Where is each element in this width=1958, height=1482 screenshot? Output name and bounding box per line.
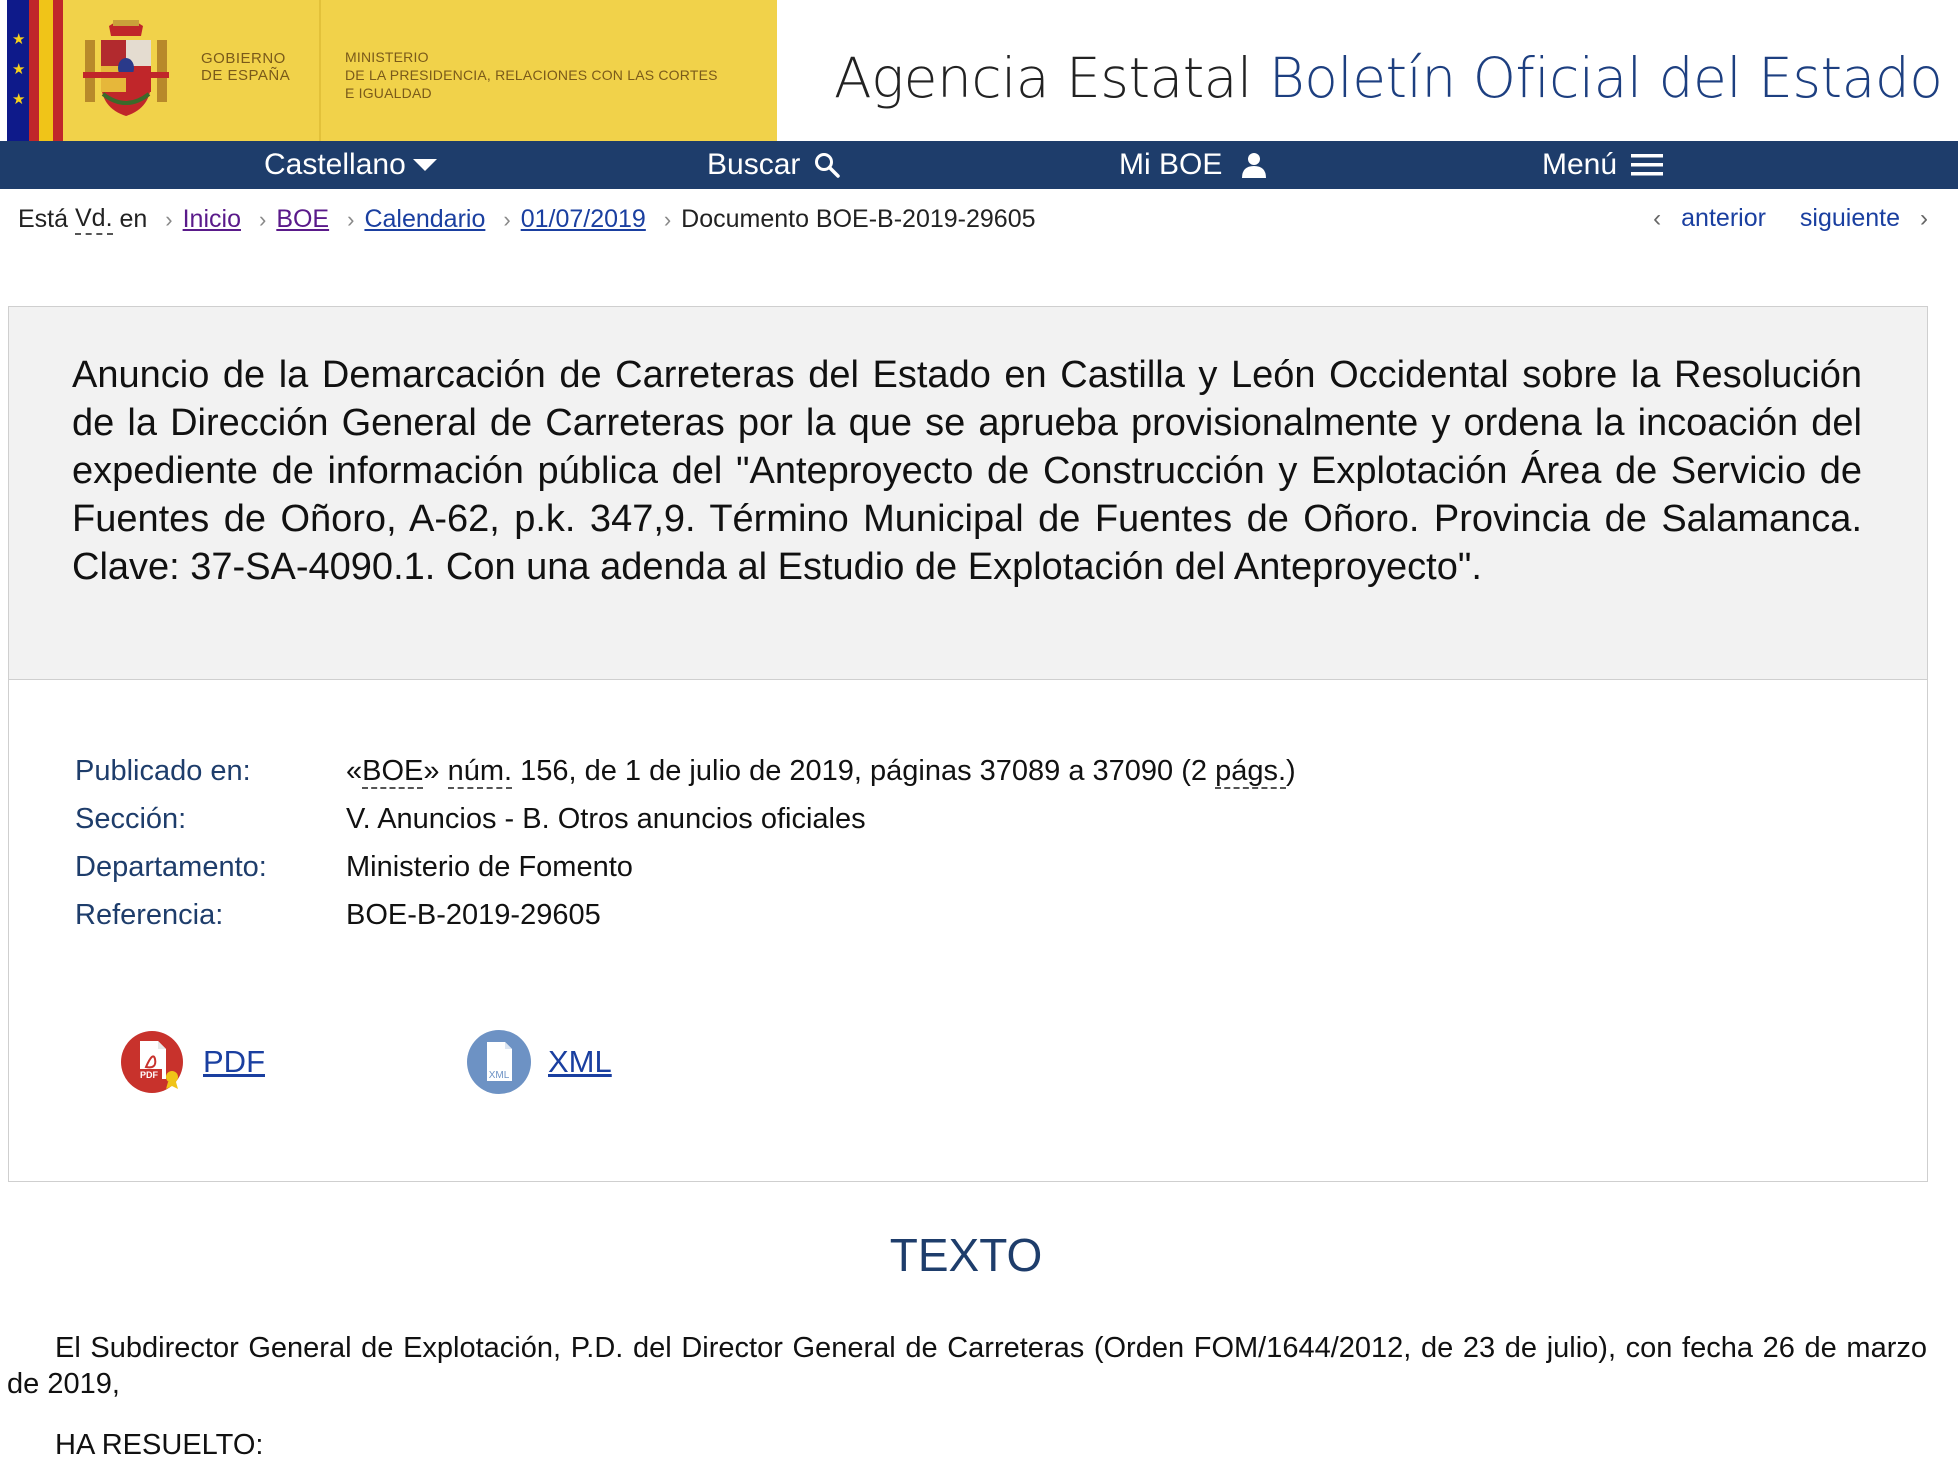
site-title-accent: Boletín Oficial del Estado bbox=[1268, 46, 1943, 110]
pdf-link[interactable]: PDF bbox=[203, 1044, 265, 1080]
user-icon bbox=[1242, 152, 1267, 178]
menu-button[interactable]: Menú bbox=[1542, 141, 1664, 189]
gov-line-1: GOBIERNO bbox=[201, 50, 286, 67]
breadcrumb-abbr: Vd. bbox=[74, 204, 113, 235]
ministry-line-3: E IGUALDAD bbox=[345, 85, 432, 101]
section-value: V. Anuncios - B. Otros anuncios oficiale… bbox=[346, 803, 866, 835]
published-rest: 156, de 1 de julio de 2019, páginas 3708… bbox=[512, 755, 1216, 787]
chevron-right-icon: › bbox=[347, 206, 355, 232]
published-label: Publicado en: bbox=[75, 755, 251, 787]
menu-label: Menú bbox=[1542, 148, 1618, 181]
ministry-line-2: DE LA PRESIDENCIA, RELACIONES CON LAS CO… bbox=[345, 67, 718, 83]
pdf-download[interactable]: PDF PDF bbox=[121, 1029, 265, 1095]
xml-download[interactable]: XML XML bbox=[466, 1029, 612, 1095]
ministry-text: MINISTERIO DE LA PRESIDENCIA, RELACIONES… bbox=[345, 48, 718, 102]
chevron-right-icon: › bbox=[165, 206, 173, 232]
published-mid: » bbox=[423, 755, 448, 787]
mi-boe-label: Mi BOE bbox=[1119, 148, 1223, 181]
ministry-line-1: MINISTERIO bbox=[345, 49, 429, 65]
document-box: Anuncio de la Demarcación de Carreteras … bbox=[8, 306, 1928, 1182]
language-label: Castellano bbox=[264, 148, 406, 181]
chevron-right-icon: › bbox=[1920, 204, 1928, 232]
meta-row-published: Publicado en: «BOE» núm. 156, de 1 de ju… bbox=[75, 747, 1296, 795]
department-label: Departamento: bbox=[75, 851, 267, 883]
title-box: Anuncio de la Demarcación de Carreteras … bbox=[9, 307, 1927, 680]
site-header: ★ ★ ★ GOBIERNO DE ESPAÑA MINISTERIO DE LA … bbox=[0, 0, 1958, 141]
meta-row-reference: Referencia: BOE-B-2019-29605 bbox=[75, 891, 1296, 939]
language-selector[interactable]: Castellano bbox=[264, 141, 438, 189]
coat-of-arms-icon bbox=[83, 20, 169, 116]
breadcrumb-boe[interactable]: BOE bbox=[276, 205, 329, 234]
texto-heading: TEXTO bbox=[889, 1229, 1043, 1281]
body-paragraph-1: El Subdirector General de Explotación, P… bbox=[7, 1332, 1927, 1400]
site-title-prefix: Agencia Estatal bbox=[834, 46, 1252, 110]
breadcrumb-calendario[interactable]: Calendario bbox=[364, 205, 485, 234]
reference-label: Referencia: bbox=[75, 899, 224, 931]
meta-row-section: Sección: V. Anuncios - B. Otros anuncios… bbox=[75, 795, 1296, 843]
svg-text:XML: XML bbox=[489, 1070, 510, 1081]
published-value: «BOE» núm. 156, de 1 de julio de 2019, p… bbox=[346, 747, 1296, 795]
breadcrumb-inicio[interactable]: Inicio bbox=[183, 205, 241, 234]
gov-line-2: DE ESPAÑA bbox=[201, 67, 291, 84]
ministry-logo[interactable]: MINISTERIO DE LA PRESIDENCIA, RELACIONES… bbox=[321, 0, 777, 141]
chevron-down-icon bbox=[412, 158, 438, 172]
meta-row-department: Departamento: Ministerio de Fomento bbox=[75, 843, 1296, 891]
gobierno-logo[interactable]: GOBIERNO DE ESPAÑA bbox=[63, 0, 319, 141]
xml-file-icon: XML bbox=[467, 1030, 531, 1094]
chevron-right-icon: › bbox=[663, 206, 672, 232]
gobierno-text: GOBIERNO DE ESPAÑA bbox=[201, 50, 290, 84]
prev-link[interactable]: anterior bbox=[1681, 204, 1766, 233]
published-end: ) bbox=[1286, 755, 1296, 787]
breadcrumb-intro: Está bbox=[18, 205, 69, 233]
breadcrumb-current: Documento BOE-B-2019-29605 bbox=[681, 205, 1036, 233]
published-boe-abbr: BOE bbox=[362, 755, 424, 789]
hamburger-icon bbox=[1631, 152, 1664, 178]
document-metadata: Publicado en: «BOE» núm. 156, de 1 de ju… bbox=[75, 747, 1296, 939]
search-button[interactable]: Buscar bbox=[707, 141, 841, 189]
svg-text:PDF: PDF bbox=[140, 1070, 159, 1080]
xml-link[interactable]: XML bbox=[548, 1044, 612, 1080]
chevron-right-icon: › bbox=[503, 206, 511, 232]
search-icon bbox=[814, 152, 841, 178]
eu-flag-strip: ★ ★ ★ bbox=[7, 0, 63, 141]
mi-boe-button[interactable]: Mi BOE bbox=[1119, 141, 1267, 189]
breadcrumb-intro-en: en bbox=[119, 205, 148, 233]
department-value: Ministerio de Fomento bbox=[346, 851, 633, 883]
reference-value: BOE-B-2019-29605 bbox=[346, 899, 601, 931]
published-pags-abbr: págs. bbox=[1215, 755, 1287, 789]
document-title: Anuncio de la Demarcación de Carreteras … bbox=[72, 354, 1862, 588]
main-nav: Castellano Buscar Mi BOE Menú bbox=[0, 141, 1958, 189]
published-num-abbr: núm. bbox=[447, 755, 513, 789]
published-pre: « bbox=[346, 755, 363, 787]
site-title[interactable]: Agencia Estatal Boletín Oficial del Esta… bbox=[834, 46, 1943, 110]
section-label: Sección: bbox=[75, 803, 187, 835]
breadcrumb: Está Vd. en › Inicio › BOE › Calendario … bbox=[18, 204, 1036, 235]
breadcrumb-date[interactable]: 01/07/2019 bbox=[521, 205, 646, 234]
search-label: Buscar bbox=[707, 148, 801, 181]
chevron-right-icon: › bbox=[258, 206, 267, 232]
chevron-left-icon: ‹ bbox=[1653, 204, 1662, 232]
body-paragraph-2: HA RESUELTO: bbox=[55, 1429, 264, 1461]
pdf-file-icon: PDF bbox=[121, 1031, 183, 1093]
next-link[interactable]: siguiente bbox=[1800, 204, 1900, 233]
document-pager: ‹ anterior siguiente › bbox=[1653, 204, 1928, 233]
